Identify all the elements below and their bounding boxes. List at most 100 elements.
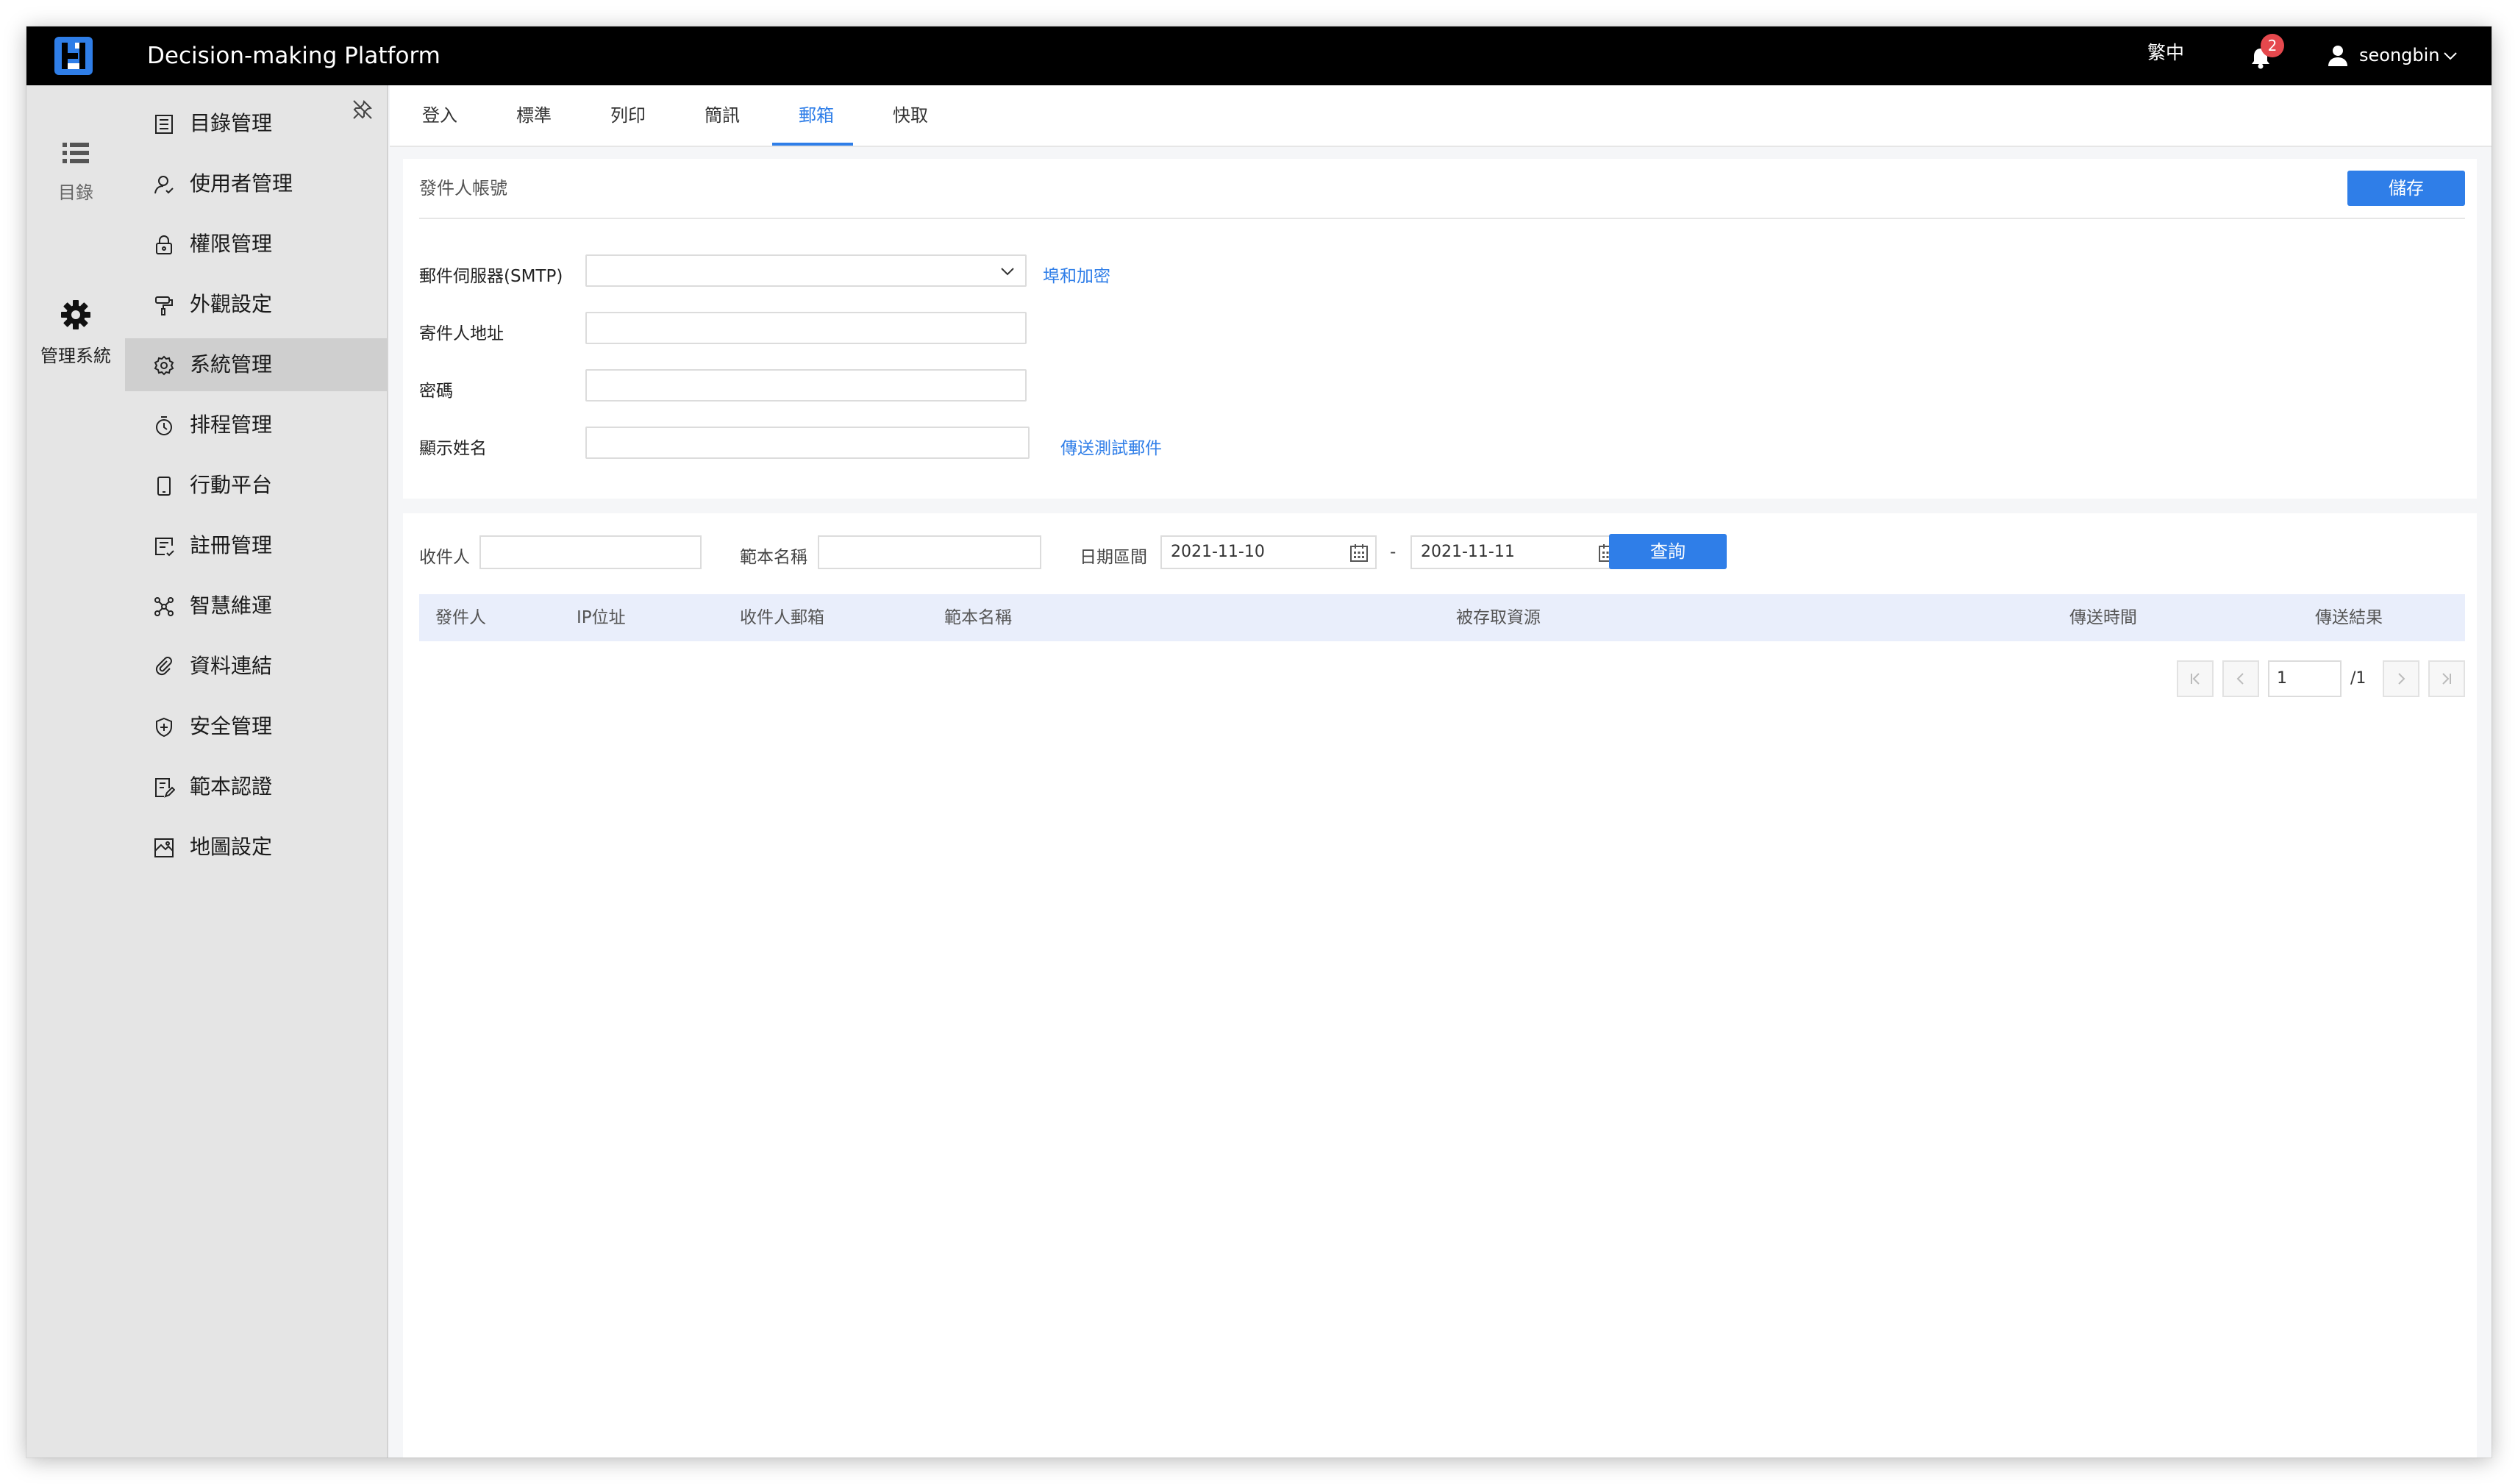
menu-item-template-auth[interactable]: 範本認證	[125, 760, 387, 813]
map-icon	[154, 838, 174, 857]
from-address-label: 寄件人地址	[419, 324, 504, 343]
display-name-label: 顯示姓名	[419, 439, 487, 458]
tab-sms[interactable]: 簡訊	[700, 85, 744, 146]
paint-roller-icon	[155, 296, 173, 315]
pagination: 1 /1	[403, 660, 2477, 697]
chevron-down-icon	[1001, 268, 1014, 276]
language-switch[interactable]: 繁中	[2147, 26, 2184, 85]
menu-item-schedule[interactable]: 排程管理	[125, 399, 387, 452]
rail-item-catalog[interactable]: 目錄	[26, 138, 125, 204]
query-button[interactable]: 查詢	[1609, 534, 1727, 569]
user-icon	[154, 176, 174, 194]
shield-icon	[156, 717, 172, 738]
calendar-icon	[1350, 544, 1368, 562]
active-tab-indicator	[772, 143, 853, 146]
port-encryption-link[interactable]: 埠和加密	[1043, 262, 1110, 287]
display-name-input[interactable]	[585, 427, 1030, 459]
page-number-input[interactable]: 1	[2268, 660, 2342, 697]
menu-item-smart-ops[interactable]: 智慧維運	[125, 579, 387, 632]
sender-account-panel: 發件人帳號 儲存 郵件伺服器(SMTP) 埠和加密 寄件人地址 密碼 顯示姓名 …	[403, 159, 2477, 499]
query-bar: 收件人 範本名稱 日期區間 2021-11-10 - 2021-11-11 查詢	[403, 534, 2477, 572]
chevron-right-icon	[2398, 673, 2405, 685]
username[interactable]: seongbin	[2359, 26, 2440, 85]
column-header[interactable]: 被存取資源	[1456, 594, 1541, 641]
date-to-value: 2021-11-11	[1421, 543, 1515, 561]
column-header[interactable]: 傳送時間	[2069, 594, 2137, 641]
tab-cache[interactable]: 快取	[888, 85, 932, 146]
column-header[interactable]: 發件人	[435, 594, 486, 641]
menu-item-data-link[interactable]: 資料連結	[125, 640, 387, 693]
chevron-down-icon[interactable]	[2442, 47, 2459, 65]
password-input[interactable]	[585, 369, 1027, 402]
menu-item-map[interactable]: 地圖設定	[125, 821, 387, 874]
smtp-select[interactable]	[585, 254, 1027, 287]
date-from-value: 2021-11-10	[1171, 543, 1265, 561]
mobile-icon	[157, 477, 171, 496]
tab-standard[interactable]: 標準	[512, 85, 556, 146]
tab-mailbox[interactable]: 郵箱	[794, 85, 838, 146]
chevron-left-icon	[2236, 673, 2244, 685]
menu-item-label: 行動平台	[190, 473, 273, 497]
column-header[interactable]: IP位址	[577, 594, 626, 641]
template-name-input[interactable]	[818, 535, 1041, 569]
date-to-field[interactable]: 2021-11-11	[1410, 535, 1625, 569]
menu-item-label: 資料連結	[190, 654, 273, 678]
column-header[interactable]: 收件人郵箱	[740, 594, 824, 641]
recipient-label: 收件人	[419, 548, 470, 567]
menu-item-label: 註冊管理	[190, 533, 273, 557]
system-menu: 目錄管理 使用者管理 權限管理 外觀設定 系統管理 排程管理 行動平台 註冊管理…	[125, 85, 388, 1458]
catalog-icon	[155, 115, 173, 134]
menu-item-appearance[interactable]: 外觀設定	[125, 278, 387, 331]
tab-print[interactable]: 列印	[606, 85, 650, 146]
from-address-input[interactable]	[585, 312, 1027, 344]
user-avatar-icon[interactable]	[2327, 44, 2349, 68]
tab-login[interactable]: 登入	[418, 85, 462, 146]
menu-item-users[interactable]: 使用者管理	[125, 157, 387, 210]
date-separator: -	[1390, 543, 1397, 562]
timer-icon	[156, 416, 172, 435]
tab-bar: 登入 標準 列印 簡訊 郵箱 快取	[390, 85, 2492, 147]
last-page-button[interactable]	[2428, 660, 2465, 697]
mail-log-panel: 收件人 範本名稱 日期區間 2021-11-10 - 2021-11-11 查詢…	[403, 513, 2477, 1458]
recipient-input[interactable]	[479, 535, 702, 569]
menu-item-permissions[interactable]: 權限管理	[125, 218, 387, 271]
menu-item-catalog[interactable]: 目錄管理	[125, 97, 387, 150]
list-icon	[63, 143, 89, 163]
top-header: Decision-making Platform 繁中 2 seongbin	[26, 26, 2492, 85]
menu-item-label: 權限管理	[190, 232, 273, 256]
network-icon	[154, 597, 174, 616]
settings-icon	[154, 355, 174, 376]
menu-item-mobile[interactable]: 行動平台	[125, 459, 387, 512]
rail-item-admin[interactable]: 管理系統	[26, 299, 125, 367]
save-button[interactable]: 儲存	[2347, 171, 2465, 206]
menu-item-label: 排程管理	[190, 413, 273, 437]
menu-item-label: 智慧維運	[190, 593, 273, 618]
send-test-mail-link[interactable]: 傳送測試郵件	[1060, 434, 1162, 459]
section-divider	[419, 218, 2465, 219]
rail-label: 管理系統	[40, 346, 111, 366]
menu-item-security[interactable]: 安全管理	[125, 700, 387, 753]
app-title: Decision-making Platform	[147, 43, 441, 69]
column-header[interactable]: 範本名稱	[944, 594, 1012, 641]
lock-icon	[156, 235, 172, 254]
register-icon	[155, 538, 174, 557]
menu-item-registration[interactable]: 註冊管理	[125, 519, 387, 572]
date-from-field[interactable]: 2021-11-10	[1160, 535, 1377, 569]
date-range-label: 日期區間	[1080, 548, 1147, 567]
prev-page-button[interactable]	[2222, 660, 2259, 697]
platform-logo	[54, 37, 93, 75]
template-icon	[155, 778, 175, 798]
first-page-button[interactable]	[2177, 660, 2214, 697]
menu-item-label: 目錄管理	[190, 111, 273, 135]
rail-label: 目錄	[58, 182, 93, 203]
menu-item-system[interactable]: 系統管理	[125, 338, 387, 391]
column-header[interactable]: 傳送結果	[2315, 594, 2383, 641]
table-header: 發件人 IP位址 收件人郵箱 範本名稱 被存取資源 傳送時間 傳送結果	[419, 594, 2465, 641]
first-page-icon	[2191, 673, 2200, 685]
link-icon	[155, 657, 172, 676]
next-page-button[interactable]	[2383, 660, 2419, 697]
menu-item-label: 地圖設定	[190, 835, 273, 859]
menu-item-label: 系統管理	[190, 352, 273, 377]
app-window: Decision-making Platform 繁中 2 seongbin 目…	[26, 26, 2492, 1458]
icon-rail: 目錄 管理系統	[26, 85, 125, 1458]
